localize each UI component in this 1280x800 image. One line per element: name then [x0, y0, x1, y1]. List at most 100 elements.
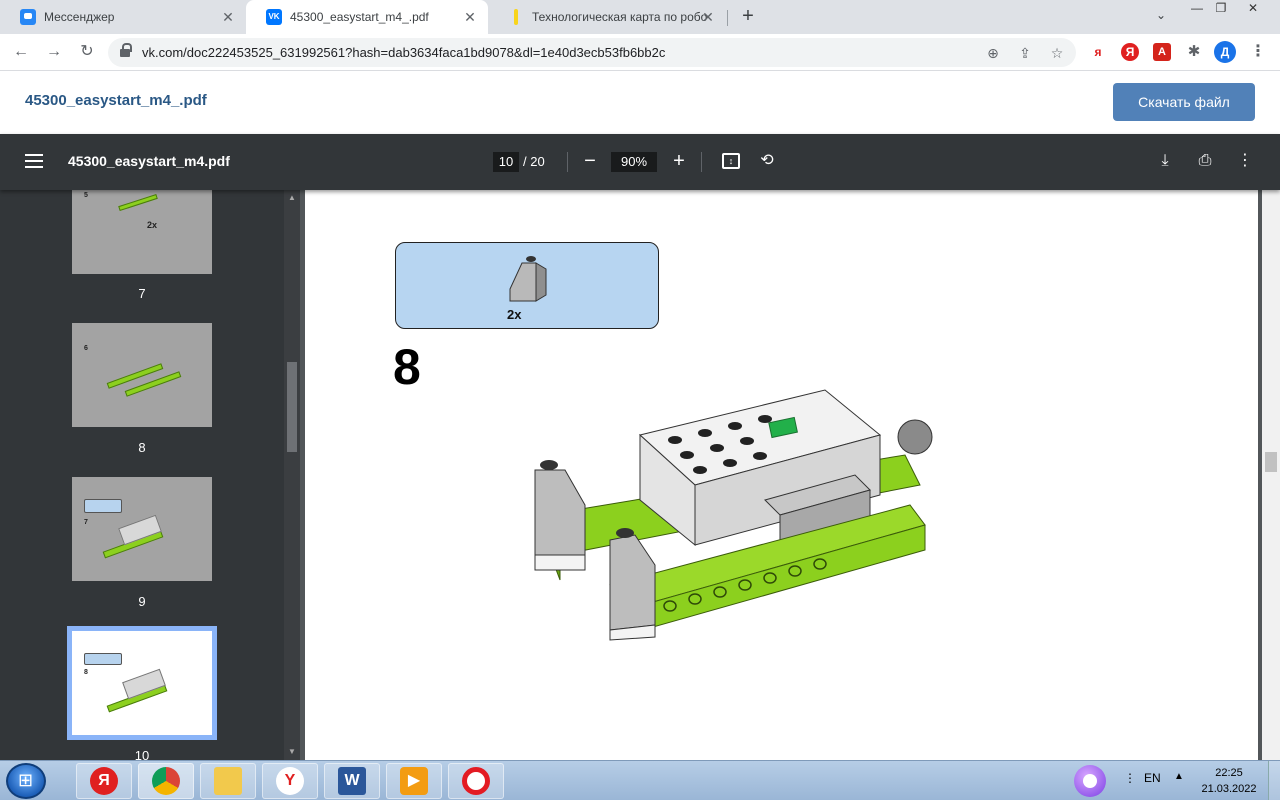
chrome-icon	[152, 767, 180, 795]
slope-brick-icon	[509, 256, 547, 302]
tab-strip: Мессенджер ✕ VK 45300_easystart_m4_.pdf …	[0, 0, 1280, 34]
zoom-level-input[interactable]: 90%	[611, 152, 657, 172]
tab-tech-card[interactable]: Технологическая карта по робо ✕	[488, 0, 726, 34]
taskbar-word[interactable]: W	[324, 763, 380, 799]
profile-avatar[interactable]: Д	[1214, 41, 1236, 63]
rotate-icon[interactable]: ⟲	[756, 150, 778, 172]
extensions-puzzle-icon[interactable]: ✱	[1185, 43, 1203, 61]
scroll-down-icon[interactable]: ▼	[284, 746, 300, 758]
thumbnail-page-10[interactable]: 8	[67, 626, 217, 740]
lock-icon[interactable]	[120, 43, 132, 58]
mini-step-number: 5	[84, 192, 88, 199]
yandex-icon: Я	[90, 767, 118, 795]
mini-beam	[118, 193, 158, 212]
page-scrollbar[interactable]	[1262, 190, 1280, 760]
messenger-icon	[20, 9, 36, 25]
mini-qty: 2x	[147, 220, 158, 230]
back-icon[interactable]: ←	[11, 42, 31, 62]
page-total: / 20	[523, 154, 545, 169]
clock-date: 21.03.2022	[1201, 783, 1257, 795]
mini-step-number: 7	[84, 519, 88, 526]
reload-icon[interactable]: ↻	[77, 42, 97, 62]
taskbar-chrome[interactable]	[138, 763, 194, 799]
page-scroll-thumb[interactable]	[1265, 452, 1277, 472]
tab-pdf[interactable]: VK 45300_easystart_m4_.pdf ✕	[246, 0, 488, 34]
lego-model-illustration	[534, 389, 933, 641]
mini-step-number: 8	[84, 669, 88, 676]
zoom-in-button[interactable]: +	[668, 150, 690, 172]
thumbnail-page-9[interactable]: 7	[72, 477, 212, 581]
forward-icon[interactable]: →	[44, 42, 64, 62]
pdf-file-name: 45300_easystart_m4.pdf	[68, 153, 230, 169]
pdf-toolbar: 45300_easystart_m4.pdf 10 / 20 − 90% + ↕…	[0, 134, 1280, 190]
share-icon[interactable]: ⇪	[1016, 44, 1034, 62]
menu-icon[interactable]	[25, 154, 43, 168]
pdf-page: 2x 8	[305, 190, 1258, 760]
taskbar-yandex[interactable]: Y	[262, 763, 318, 799]
taskbar-media-player[interactable]: ▶	[386, 763, 442, 799]
mini-parts-box	[84, 499, 122, 513]
download-icon[interactable]: ⤓	[1154, 150, 1176, 172]
toolbar-separator	[567, 152, 568, 172]
restore-icon[interactable]: ❐	[1206, 0, 1236, 18]
show-desktop-button[interactable]	[1268, 761, 1280, 800]
download-file-button[interactable]: Скачать файл	[1113, 83, 1255, 121]
taskbar-explorer[interactable]	[200, 763, 256, 799]
document-title: 45300_easystart_m4_.pdf	[25, 92, 207, 109]
thumbnail-page-8[interactable]: 6	[72, 323, 212, 427]
tab-title: Мессенджер	[44, 10, 115, 24]
tray-expand-icon[interactable]: ▲	[1174, 771, 1184, 782]
tray-separator: ⋮	[1124, 771, 1136, 785]
scroll-up-icon[interactable]: ▲	[284, 192, 300, 204]
vk-doc-header: 45300_easystart_m4_.pdf Скачать файл	[0, 72, 1280, 134]
toolbar-separator	[701, 152, 702, 172]
print-icon[interactable]: ⎙	[1194, 150, 1216, 172]
page-number-input[interactable]: 10	[493, 152, 519, 172]
opera-icon	[462, 767, 490, 795]
tab-title: 45300_easystart_m4_.pdf	[290, 10, 429, 24]
sidebar-scrollbar[interactable]	[284, 190, 300, 760]
thumbnail-page-7[interactable]: 5 2x	[72, 190, 212, 274]
close-icon[interactable]: ✕	[462, 9, 478, 25]
parts-quantity: 2x	[507, 307, 522, 322]
zoom-out-button[interactable]: −	[579, 150, 601, 172]
alice-assistant-icon[interactable]	[1074, 765, 1106, 797]
system-clock[interactable]: 22:25 21.03.2022	[1194, 765, 1264, 797]
thumbnail-label: 7	[138, 286, 146, 301]
tab-search-icon[interactable]: ⌄	[1152, 8, 1170, 26]
browser-menu-icon[interactable]: ⋮	[1249, 43, 1267, 61]
thumbnail-label: 9	[138, 594, 146, 609]
new-tab-button[interactable]: +	[738, 6, 758, 26]
step-number: 8	[393, 339, 421, 395]
acrobat-extension-icon[interactable]: A	[1153, 43, 1171, 61]
more-options-icon[interactable]: ⋮	[1234, 150, 1256, 172]
windows-taskbar: Я Y W ▶ ⋮ EN ▲ 22:25 21.03.2022	[0, 760, 1280, 800]
word-icon: W	[338, 767, 366, 795]
pdf-viewport: 2x 8	[300, 190, 1280, 760]
address-bar[interactable]: vk.com/doc222453525_631992561?hash=dab36…	[108, 38, 1076, 67]
taskbar-opera[interactable]	[448, 763, 504, 799]
fit-page-icon[interactable]: ↕	[722, 153, 740, 169]
yandex-y-icon: Y	[276, 767, 304, 795]
parts-callout-box: 2x	[395, 242, 659, 329]
bookmark-star-icon[interactable]: ☆	[1048, 44, 1066, 62]
folder-icon	[214, 767, 242, 795]
thumbnail-sidebar: 5 2x 7 6 8 7 9 8 10 ▲ ▼	[0, 190, 300, 760]
taskbar-yandex-browser[interactable]: Я	[76, 763, 132, 799]
thumbnail-label: 10	[134, 748, 150, 760]
zoom-icon[interactable]: ⊕	[984, 44, 1002, 62]
start-button[interactable]	[6, 763, 46, 799]
close-icon[interactable]: ✕	[700, 9, 716, 25]
media-player-icon: ▶	[400, 767, 428, 795]
mini-step-number: 6	[84, 345, 88, 352]
yandex-extension-icon[interactable]: я	[1089, 43, 1107, 61]
close-icon[interactable]: ✕	[220, 9, 236, 25]
window-close-icon[interactable]: ✕	[1238, 0, 1268, 18]
thumbnail-label: 8	[138, 440, 146, 455]
tab-messenger[interactable]: Мессенджер ✕	[0, 0, 246, 34]
browser-toolbar: ← → ↻ vk.com/doc222453525_631992561?hash…	[0, 34, 1280, 71]
yandex-search-extension-icon[interactable]: Я	[1121, 43, 1139, 61]
language-indicator[interactable]: EN	[1144, 771, 1161, 785]
url-text[interactable]: vk.com/doc222453525_631992561?hash=dab36…	[142, 45, 665, 60]
sidebar-scroll-thumb[interactable]	[287, 362, 297, 452]
